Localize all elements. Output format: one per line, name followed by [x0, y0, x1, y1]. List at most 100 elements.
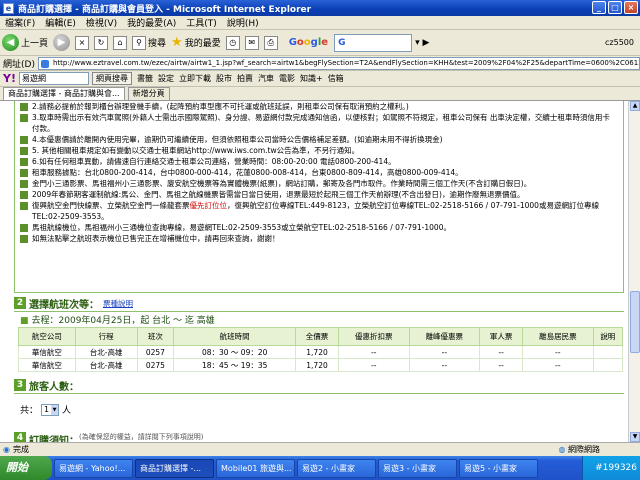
notice-item: 4.本優惠價請於離開內使用完畢，逾期仍可繼續使用，但須依照租車公司當時公告價格補…: [15, 134, 623, 145]
bullet-icon: [20, 202, 28, 210]
menu-favorites[interactable]: 我的最愛(A): [122, 16, 181, 29]
minimize-button[interactable]: _: [592, 1, 606, 14]
passenger-count-label: 共：: [20, 406, 39, 416]
mail-icon: ✉: [244, 35, 259, 50]
google-search-input[interactable]: G: [334, 33, 413, 52]
route-info: ■ 去程：2009年04月25日，起 台北 ～ 迄 高雄: [20, 313, 215, 326]
print-button[interactable]: ⎙: [263, 35, 278, 50]
fare-link[interactable]: 1,720: [295, 345, 340, 359]
section-title: 訂購須知：: [29, 436, 79, 442]
toolbar-right-status: cz5500: [605, 38, 634, 47]
bullet-icon: [20, 224, 28, 232]
yahoo-download[interactable]: 立即下載: [179, 73, 211, 84]
ie-icon: e: [3, 2, 14, 14]
route-bullet-icon: ■: [20, 316, 29, 326]
fare-link[interactable]: 1,720: [295, 358, 340, 372]
notice-item: 金門小三通影票、馬祖福州小三通影票、廈安航空機票等為實體機票(紙票)，網站訂購，…: [15, 178, 623, 189]
yahoo-autos[interactable]: 汽車: [258, 73, 274, 84]
home-button[interactable]: ⌂: [113, 35, 128, 50]
section-flight-select-header: 2 選擇航班次等： 票種說明: [14, 296, 624, 311]
table-row[interactable]: 華信航空 台北-高雄 0257 08：30 ～ 09：20 1,720 -- -…: [18, 345, 624, 359]
scroll-down-icon[interactable]: ▼: [630, 432, 640, 442]
google-search-value: G: [338, 37, 346, 48]
menu-tools[interactable]: 工具(T): [181, 16, 222, 29]
taskbar-item[interactable]: 易遊3 - 小畫家: [378, 458, 457, 478]
col-time: 航班時間: [173, 327, 297, 346]
google-logo: Google: [288, 37, 329, 48]
bullet-icon: [20, 103, 28, 111]
taskbar-item[interactable]: 易遊網 - Yahoo!...: [54, 458, 133, 478]
bullet-icon: [20, 180, 28, 188]
google-search-go-button[interactable]: ▾ ▶: [415, 38, 429, 48]
maximize-button[interactable]: □: [608, 1, 622, 14]
ticket-type-link[interactable]: 票種說明: [103, 298, 133, 309]
scroll-up-icon[interactable]: ▲: [630, 101, 640, 111]
refresh-button[interactable]: ↻: [94, 35, 109, 50]
yahoo-stocks[interactable]: 股市: [216, 73, 232, 84]
taskbar-item[interactable]: 易遊2 - 小畫家: [297, 458, 376, 478]
window-title: 商品訂購選擇 - 商品訂購與會員登入 - Microsoft Internet …: [18, 4, 312, 15]
menubar: 檔案(F) 編輯(E) 檢視(V) 我的最愛(A) 工具(T) 說明(H): [0, 16, 640, 30]
menu-help[interactable]: 說明(H): [222, 16, 264, 29]
status-text: 完成: [12, 445, 29, 454]
system-tray: #199326: [582, 456, 640, 480]
taskbar-item[interactable]: 易遊5 - 小畫家: [459, 458, 538, 478]
scroll-thumb[interactable]: [630, 291, 640, 353]
col-offpeak: 離峰優惠票: [408, 327, 481, 346]
star-icon: ★: [171, 35, 183, 50]
tab-new[interactable]: 新增分頁: [127, 87, 170, 100]
passenger-count-value: 1: [44, 405, 50, 414]
notice-item: 復興航空金門快線票、立榮航空金門一條龍套票優先訂位位，復興航空訂位專線TEL:4…: [15, 200, 623, 222]
menu-view[interactable]: 檢視(V): [81, 16, 122, 29]
yahoo-auction[interactable]: 拍賣: [237, 73, 253, 84]
taskbar: 開始 易遊網 - Yahoo!... 商品訂購選擇 -... Mobile01 …: [0, 456, 640, 480]
search-button[interactable]: ⚲ 搜尋: [132, 35, 167, 50]
yahoo-settings[interactable]: 設定: [158, 73, 174, 84]
search-label: 搜尋: [148, 39, 167, 49]
section-divider: [14, 393, 624, 394]
history-button[interactable]: ◷: [225, 35, 240, 50]
taskbar-item[interactable]: Mobile01 旅遊與...: [216, 458, 295, 478]
col-discount: 優惠折扣票: [338, 327, 410, 346]
history-icon: ◷: [225, 35, 240, 50]
notice-item: 6.如有任何租車異動，請儘速自行連絡交通士租車公司連絡，營業時間：08:00-2…: [15, 156, 623, 167]
col-full-fare: 全價票: [295, 327, 340, 346]
yahoo-logo[interactable]: Y!: [3, 72, 16, 85]
yahoo-knowledge[interactable]: 知識+: [300, 73, 323, 84]
yahoo-search-button[interactable]: 網頁搜尋: [91, 72, 132, 85]
favorites-label: 我的最愛: [184, 39, 221, 49]
window-titlebar[interactable]: e 商品訂購選擇 - 商品訂購與會員登入 - Microsoft Interne…: [0, 0, 640, 16]
start-button[interactable]: 開始: [0, 456, 52, 480]
taskbar-item-active[interactable]: 商品訂購選擇 -...: [135, 458, 214, 478]
status-bar: ◉ 完成 ◍ 網際網路: [0, 442, 640, 456]
tab-bar: 商品訂購選擇 - 商品訂購與會... 新增分頁: [0, 87, 640, 101]
col-airline: 航空公司: [18, 327, 76, 346]
bullet-icon: [20, 235, 28, 243]
close-button[interactable]: ×: [624, 1, 638, 14]
flight-table: 航空公司 行程 班次 航班時間 全價票 優惠折扣票 離峰優惠票 軍人票 離島居民…: [18, 327, 624, 372]
yahoo-mail[interactable]: 信箱: [328, 73, 344, 84]
table-row[interactable]: 華信航空 台北-高雄 0275 18：45 ～ 19：35 1,720 -- -…: [18, 358, 624, 372]
notice-box: 2.請務必提前於報到櫃台辦理登機手續，(起降預約車型應不可托運或航班延誤，則租車…: [14, 101, 624, 293]
menu-file[interactable]: 檔案(F): [0, 16, 40, 29]
yahoo-movies[interactable]: 電影: [279, 73, 295, 84]
bullet-icon: [20, 114, 28, 122]
passenger-count-select[interactable]: 1 ▼: [41, 403, 60, 416]
forward-button[interactable]: ▶: [53, 34, 71, 51]
tab-active[interactable]: 商品訂購選擇 - 商品訂購與會...: [3, 87, 125, 100]
yahoo-search-input[interactable]: 易遊網: [18, 72, 89, 85]
mail-button[interactable]: ✉: [244, 35, 259, 50]
section-title: 選擇航班次等：: [29, 299, 99, 311]
favorites-button[interactable]: ★ 我的最愛: [171, 35, 221, 50]
yahoo-toolbar: Y! 易遊網 網頁搜尋 書籤 設定 立即下載 股市 拍賣 汽車 電影 知識+ 信…: [0, 71, 640, 87]
yahoo-bookmarks[interactable]: 書籤: [137, 73, 153, 84]
bullet-icon: [20, 147, 28, 155]
address-input[interactable]: http://www.eztravel.com.tw/ezec/airtw/ai…: [37, 56, 640, 70]
notice-item: 如無法點擊之航班表示機位已售完正在增補機位中，請再回來查詢，謝謝！: [15, 233, 623, 244]
chevron-down-icon: ▼: [51, 404, 59, 415]
refresh-icon: ↻: [94, 35, 109, 50]
stop-button[interactable]: ×: [75, 35, 90, 50]
back-button[interactable]: ◀ 上一頁: [2, 34, 48, 51]
menu-edit[interactable]: 編輯(E): [40, 16, 81, 29]
vertical-scrollbar[interactable]: ▲ ▼: [628, 101, 640, 442]
